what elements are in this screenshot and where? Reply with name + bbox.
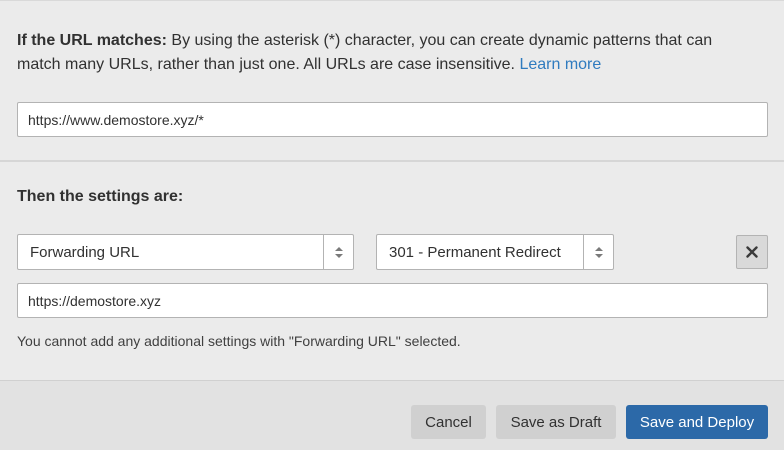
cancel-button[interactable]: Cancel (411, 405, 486, 439)
remove-setting-button[interactable] (736, 235, 768, 269)
save-as-draft-button[interactable]: Save as Draft (496, 405, 616, 439)
status-code-select[interactable]: 301 - Permanent Redirect (376, 234, 614, 270)
url-pattern-input[interactable] (17, 102, 768, 137)
setting-type-value: Forwarding URL (30, 243, 140, 261)
status-code-value: 301 - Permanent Redirect (389, 243, 561, 261)
learn-more-link[interactable]: Learn more (519, 56, 601, 73)
forwarding-url-input[interactable] (17, 283, 768, 318)
settings-note: You cannot add any additional settings w… (17, 333, 461, 349)
settings-title: Then the settings are: (17, 188, 184, 205)
url-match-section: If the URL matches: By using the asteris… (0, 0, 784, 160)
url-match-label: If the URL matches: (17, 32, 167, 49)
save-and-deploy-button[interactable]: Save and Deploy (626, 405, 768, 439)
close-icon (746, 246, 758, 258)
section-divider (0, 160, 784, 162)
select-arrows-icon (323, 235, 353, 269)
select-arrows-icon (583, 235, 613, 269)
setting-type-select[interactable]: Forwarding URL (17, 234, 354, 270)
url-match-description: If the URL matches: By using the asteris… (17, 29, 757, 77)
